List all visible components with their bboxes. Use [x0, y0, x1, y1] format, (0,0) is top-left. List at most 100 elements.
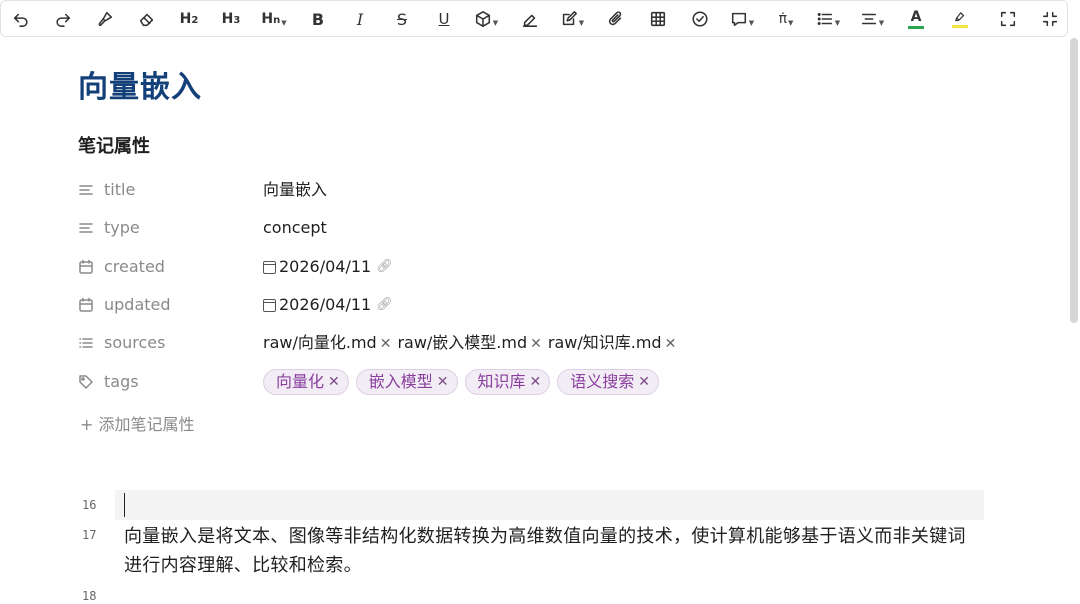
heading3-button[interactable]: H3 — [217, 6, 245, 32]
property-key-created[interactable]: created — [104, 256, 165, 278]
hn-sub: n — [273, 14, 281, 26]
property-value-tags: 向量化 ✕ 嵌入模型 ✕ 知识库 ✕ 语义搜索 ✕ — [263, 369, 666, 397]
fullscreen-button[interactable] — [994, 6, 1022, 32]
h3-sub: 3 — [233, 14, 241, 26]
link-icon[interactable]: 🔗︎ — [376, 294, 393, 316]
chevron-down-icon: ▼ — [878, 19, 885, 27]
collapse-icon — [1042, 11, 1058, 27]
tag-pill[interactable]: 知识库 ✕ — [464, 369, 551, 395]
insert-block-button[interactable]: ▼ — [472, 6, 500, 32]
property-row-sources: sources raw/向量化.md ✕ raw/嵌入模型.md ✕ raw/知识库… — [78, 330, 978, 358]
redo-icon — [56, 13, 71, 27]
align-icon — [861, 13, 876, 25]
h2-sub: 2 — [191, 14, 199, 26]
text-lines-icon — [78, 182, 96, 200]
list-button[interactable]: ▼ — [814, 6, 842, 32]
close-icon[interactable]: ✕ — [437, 371, 449, 393]
close-icon[interactable]: ✕ — [380, 336, 392, 352]
cube-icon — [475, 11, 490, 27]
source-label: raw/嵌入模型.md — [397, 333, 528, 352]
property-key-tags[interactable]: tags — [104, 371, 139, 393]
link-icon[interactable]: 🔗︎ — [376, 256, 393, 278]
property-row-type: type concept — [78, 215, 978, 243]
chevron-down-icon: ▼ — [834, 19, 841, 27]
close-icon[interactable]: ✕ — [530, 336, 542, 352]
properties-section-title: 笔记属性 — [78, 136, 150, 157]
pen-button[interactable] — [516, 6, 544, 32]
property-value-updated[interactable]: 2026/04/11 🔗︎ — [263, 294, 393, 316]
underline-button[interactable]: U — [430, 6, 458, 32]
format-painter-button[interactable] — [91, 6, 119, 32]
font-color-letter: A — [910, 8, 922, 25]
list-icon — [817, 13, 832, 25]
property-key-updated[interactable]: updated — [104, 294, 171, 316]
chevron-down-icon: ▼ — [578, 19, 585, 27]
editor-toolbar: H2 H3 Hn ▼ B I S U ▼ ▼ ▼ π̇ ▼ ▼ ▼ A — [0, 0, 1068, 37]
text-cursor — [124, 493, 125, 517]
task-button[interactable] — [686, 6, 714, 32]
h2-label: H — [179, 11, 192, 27]
calendar-icon — [263, 298, 276, 312]
strikethrough-button[interactable]: S — [388, 6, 416, 32]
bold-label: B — [311, 9, 325, 29]
property-key-title[interactable]: title — [104, 179, 135, 201]
comment-button[interactable]: ▼ — [728, 6, 756, 32]
source-item[interactable]: raw/知识库.md ✕ — [548, 332, 676, 355]
tag-pill[interactable]: 向量化 ✕ — [263, 369, 349, 395]
table-button[interactable] — [644, 6, 672, 32]
add-property-button[interactable]: + 添加笔记属性 — [80, 414, 195, 436]
clear-format-button[interactable] — [133, 6, 161, 32]
chevron-down-icon: ▼ — [788, 19, 794, 27]
undo-icon — [13, 13, 28, 27]
created-date: 2026/04/11 — [279, 257, 372, 276]
align-button[interactable]: ▼ — [858, 6, 886, 32]
heading2-button[interactable]: H2 — [175, 6, 203, 32]
pen-icon — [522, 14, 538, 27]
close-icon[interactable]: ✕ — [328, 371, 340, 393]
edit-icon — [562, 11, 577, 26]
font-color-button[interactable]: A — [902, 6, 930, 32]
comment-icon — [731, 12, 746, 27]
chevron-down-icon: ▼ — [748, 19, 755, 27]
page-title[interactable]: 向量嵌入 — [78, 68, 202, 108]
calendar-icon — [263, 260, 276, 274]
property-row-created: created 2026/04/11 🔗︎ — [78, 254, 978, 282]
bold-button[interactable]: B — [304, 6, 332, 32]
close-icon[interactable]: ✕ — [665, 336, 677, 352]
list-icon — [78, 335, 96, 353]
hn-label: H — [261, 11, 274, 27]
italic-button[interactable]: I — [346, 6, 374, 32]
property-value-created[interactable]: 2026/04/11 🔗︎ — [263, 256, 393, 278]
property-key-sources[interactable]: sources — [104, 332, 165, 354]
highlight-button[interactable] — [946, 6, 974, 32]
undo-button[interactable] — [7, 6, 35, 32]
source-item[interactable]: raw/向量化.md ✕ — [263, 332, 391, 355]
line-number: 17 — [82, 528, 97, 542]
close-icon[interactable]: ✕ — [638, 371, 650, 393]
paragraph-text[interactable]: 向量嵌入是将文本、图像等非结构化数据转换为高维数值向量的技术，使计算机能够基于语… — [124, 522, 984, 580]
table-icon — [650, 11, 666, 27]
paperclip-icon — [608, 11, 622, 26]
source-item[interactable]: raw/嵌入模型.md ✕ — [397, 332, 541, 355]
property-key-type[interactable]: type — [104, 217, 140, 239]
brush-icon — [98, 11, 113, 27]
tag-pill[interactable]: 嵌入模型 ✕ — [355, 369, 458, 395]
attachment-button[interactable] — [602, 6, 630, 32]
line-number: 18 — [82, 589, 97, 603]
heading-n-button[interactable]: Hn ▼ — [259, 6, 289, 32]
strike-label: S — [396, 9, 408, 29]
property-row-title: title 向量嵌入 — [78, 177, 978, 205]
property-value-title[interactable]: 向量嵌入 — [263, 179, 327, 201]
calendar-icon — [78, 297, 96, 315]
property-value-type[interactable]: concept — [263, 217, 327, 239]
math-button[interactable]: π̇ ▼ — [772, 6, 800, 32]
close-icon[interactable]: ✕ — [530, 371, 542, 393]
line-number: 16 — [82, 498, 97, 512]
font-color-bar — [908, 25, 924, 29]
vertical-scrollbar[interactable] — [1070, 38, 1078, 323]
redo-button[interactable] — [49, 6, 77, 32]
property-row-updated: updated 2026/04/11 🔗︎ — [78, 292, 978, 320]
edit-button[interactable]: ▼ — [558, 6, 586, 32]
tag-pill[interactable]: 语义搜索 ✕ — [557, 369, 659, 395]
collapse-button[interactable] — [1036, 6, 1064, 32]
